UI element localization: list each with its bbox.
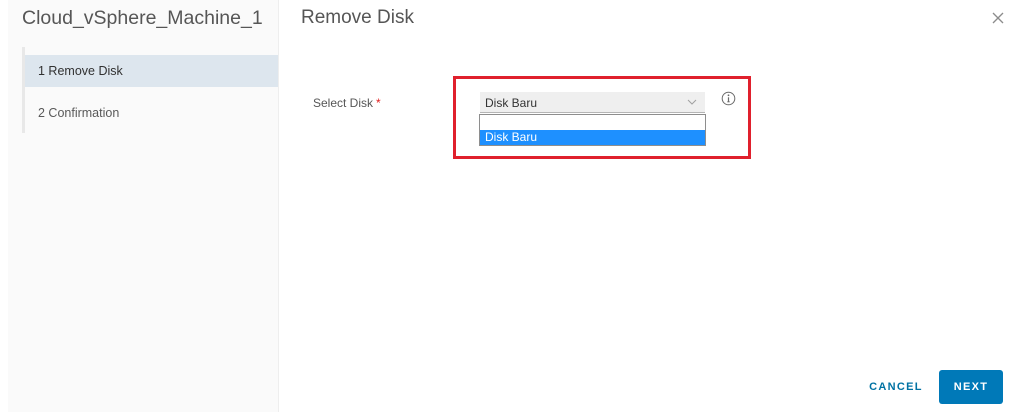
option-empty[interactable] (480, 115, 705, 130)
option-disk-baru[interactable]: Disk Baru (480, 130, 705, 145)
machine-title: Cloud_vSphere_Machine_1 (22, 7, 263, 29)
required-mark: * (376, 96, 381, 110)
wizard-steps: 1 Remove Disk 2 Confirmation (22, 47, 281, 133)
step-confirmation[interactable]: 2 Confirmation (25, 97, 278, 129)
close-icon (992, 12, 1004, 24)
select-disk-value: Disk Baru (485, 96, 538, 110)
select-disk-label-text: Select Disk (313, 96, 374, 110)
cancel-button[interactable]: CANCEL (863, 370, 929, 404)
select-disk-dropdown[interactable]: Disk Baru (480, 92, 705, 113)
info-icon (721, 91, 736, 106)
step-remove-disk[interactable]: 1 Remove Disk (25, 55, 278, 87)
select-disk-options: Disk Baru (479, 114, 706, 146)
remove-disk-wizard: Cloud_vSphere_Machine_1 1 Remove Disk 2 … (0, 0, 1011, 412)
info-button[interactable] (721, 91, 736, 106)
wizard-sidebar: Cloud_vSphere_Machine_1 1 Remove Disk 2 … (8, 0, 279, 412)
page-title: Remove Disk (301, 7, 414, 28)
select-disk-label: Select Disk * (313, 96, 381, 110)
chevron-down-icon (687, 99, 697, 105)
next-button[interactable]: NEXT (939, 370, 1003, 404)
close-button[interactable] (990, 10, 1006, 26)
